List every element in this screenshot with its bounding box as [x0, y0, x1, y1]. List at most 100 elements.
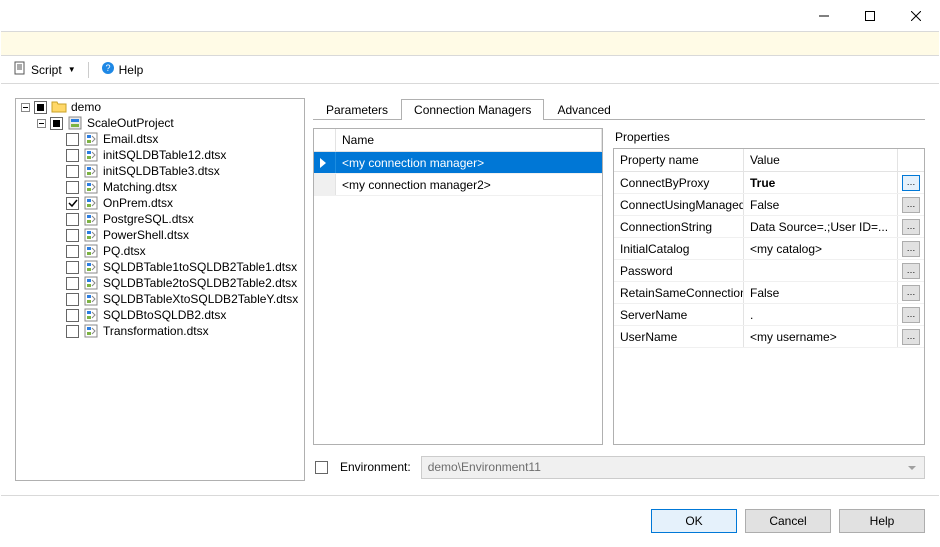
- package-icon: [83, 147, 99, 163]
- ellipsis-button[interactable]: …: [902, 175, 920, 191]
- tree-checkbox[interactable]: [34, 101, 47, 114]
- tree-checkbox[interactable]: [66, 165, 79, 178]
- script-label: Script: [31, 63, 62, 77]
- properties-grid[interactable]: Property name Value ConnectByProxyTrue…C…: [613, 148, 925, 445]
- connection-manager-row[interactable]: <my connection manager2>: [314, 174, 602, 196]
- tree-package-label[interactable]: SQLDBTable2toSQLDB2Table2.dtsx: [101, 276, 299, 290]
- property-row[interactable]: RetainSameConnectionFalse…: [614, 282, 924, 304]
- help-button[interactable]: ? Help: [97, 59, 148, 80]
- property-row[interactable]: Password…: [614, 260, 924, 282]
- ok-button[interactable]: OK: [651, 509, 737, 533]
- tree-checkbox[interactable]: [66, 245, 79, 258]
- property-value[interactable]: False: [744, 194, 898, 215]
- minimize-button[interactable]: [801, 1, 847, 31]
- environment-label: Environment:: [340, 460, 411, 474]
- folder-icon: [51, 99, 67, 115]
- tab-label: Parameters: [326, 103, 388, 117]
- maximize-button[interactable]: [847, 1, 893, 31]
- tree-checkbox[interactable]: [66, 149, 79, 162]
- tree-project-label[interactable]: ScaleOutProject: [85, 116, 176, 130]
- tree-checkbox[interactable]: [66, 181, 79, 194]
- tree-root-label[interactable]: demo: [69, 100, 103, 114]
- package-icon: [83, 291, 99, 307]
- tab-parameters[interactable]: Parameters: [313, 99, 401, 120]
- tree-package-label[interactable]: Matching.dtsx: [101, 180, 179, 194]
- property-name: RetainSameConnection: [614, 282, 744, 303]
- ellipsis-button[interactable]: …: [902, 197, 920, 213]
- property-row[interactable]: InitialCatalog<my catalog>…: [614, 238, 924, 260]
- help-button-footer[interactable]: Help: [839, 509, 925, 533]
- property-row[interactable]: ConnectUsingManagedIdentityFalse…: [614, 194, 924, 216]
- tree-checkbox[interactable]: [50, 117, 63, 130]
- package-tree[interactable]: demo ScaleOutProject Email.dtsx initSQLDBTa…: [15, 98, 305, 481]
- row-handle: [314, 174, 336, 195]
- property-name: ServerName: [614, 304, 744, 325]
- connection-managers-list[interactable]: Name <my connection manager><my connecti…: [313, 128, 603, 445]
- environment-combobox[interactable]: demo\Environment11: [421, 456, 925, 479]
- ellipsis-button[interactable]: …: [902, 219, 920, 235]
- column-header-name[interactable]: Name: [336, 129, 602, 151]
- tree-package-label[interactable]: initSQLDBTable12.dtsx: [101, 148, 228, 162]
- property-row[interactable]: ConnectByProxyTrue…: [614, 172, 924, 194]
- info-bar: [1, 32, 939, 56]
- ellipsis-button[interactable]: …: [902, 307, 920, 323]
- property-value[interactable]: [744, 260, 898, 281]
- toolbar-separator: [88, 62, 89, 78]
- package-icon: [83, 243, 99, 259]
- tree-checkbox[interactable]: [66, 277, 79, 290]
- tree-checkbox[interactable]: [66, 293, 79, 306]
- environment-value: demo\Environment11: [428, 460, 541, 474]
- ellipsis-button[interactable]: …: [902, 263, 920, 279]
- connection-manager-row[interactable]: <my connection manager>: [314, 152, 602, 174]
- tree-package-label[interactable]: OnPrem.dtsx: [101, 196, 175, 210]
- package-icon: [83, 275, 99, 291]
- tree-checkbox[interactable]: [66, 325, 79, 338]
- tree-package-label[interactable]: SQLDBTableXtoSQLDB2TableY.dtsx: [101, 292, 300, 306]
- tree-package-label[interactable]: initSQLDBTable3.dtsx: [101, 164, 222, 178]
- tree-checkbox[interactable]: [66, 261, 79, 274]
- package-icon: [83, 259, 99, 275]
- help-icon: ?: [101, 61, 115, 78]
- property-value[interactable]: False: [744, 282, 898, 303]
- close-button[interactable]: [893, 1, 939, 31]
- environment-checkbox[interactable]: [315, 461, 328, 474]
- tree-package-label[interactable]: PQ.dtsx: [101, 244, 148, 258]
- tree-checkbox[interactable]: [66, 309, 79, 322]
- tree-checkbox[interactable]: [66, 229, 79, 242]
- script-icon: [13, 61, 27, 78]
- column-header-value[interactable]: Value: [744, 149, 898, 171]
- tree-checkbox[interactable]: [66, 197, 79, 210]
- script-button[interactable]: Script ▼: [9, 59, 80, 80]
- dialog-footer: OK Cancel Help: [1, 496, 939, 546]
- tab-advanced[interactable]: Advanced: [544, 99, 623, 120]
- ellipsis-button[interactable]: …: [902, 285, 920, 301]
- property-row[interactable]: ServerName.…: [614, 304, 924, 326]
- tree-package-label[interactable]: PostgreSQL.dtsx: [101, 212, 196, 226]
- property-value[interactable]: <my catalog>: [744, 238, 898, 259]
- titlebar: [1, 1, 939, 31]
- tree-package-label[interactable]: SQLDBtoSQLDB2.dtsx: [101, 308, 228, 322]
- property-value[interactable]: Data Source=.;User ID=...: [744, 216, 898, 237]
- collapse-icon[interactable]: [20, 102, 30, 112]
- collapse-icon[interactable]: [36, 118, 46, 128]
- ellipsis-button[interactable]: …: [902, 241, 920, 257]
- tree-checkbox[interactable]: [66, 133, 79, 146]
- tree-checkbox[interactable]: [66, 213, 79, 226]
- tab-label: Advanced: [557, 103, 610, 117]
- tree-package-label[interactable]: SQLDBTable1toSQLDB2Table1.dtsx: [101, 260, 299, 274]
- tab-connection-managers[interactable]: Connection Managers: [401, 99, 544, 120]
- property-value[interactable]: <my username>: [744, 326, 898, 347]
- property-value[interactable]: True: [744, 172, 898, 193]
- package-icon: [83, 195, 99, 211]
- property-row[interactable]: UserName<my username>…: [614, 326, 924, 348]
- ellipsis-button[interactable]: …: [902, 329, 920, 345]
- dropdown-icon: ▼: [68, 65, 76, 74]
- tree-package-label[interactable]: Email.dtsx: [101, 132, 160, 146]
- cancel-button[interactable]: Cancel: [745, 509, 831, 533]
- svg-text:?: ?: [105, 63, 110, 73]
- column-header-property-name[interactable]: Property name: [614, 149, 744, 171]
- property-value[interactable]: .: [744, 304, 898, 325]
- property-row[interactable]: ConnectionStringData Source=.;User ID=..…: [614, 216, 924, 238]
- tree-package-label[interactable]: PowerShell.dtsx: [101, 228, 191, 242]
- tree-package-label[interactable]: Transformation.dtsx: [101, 324, 211, 338]
